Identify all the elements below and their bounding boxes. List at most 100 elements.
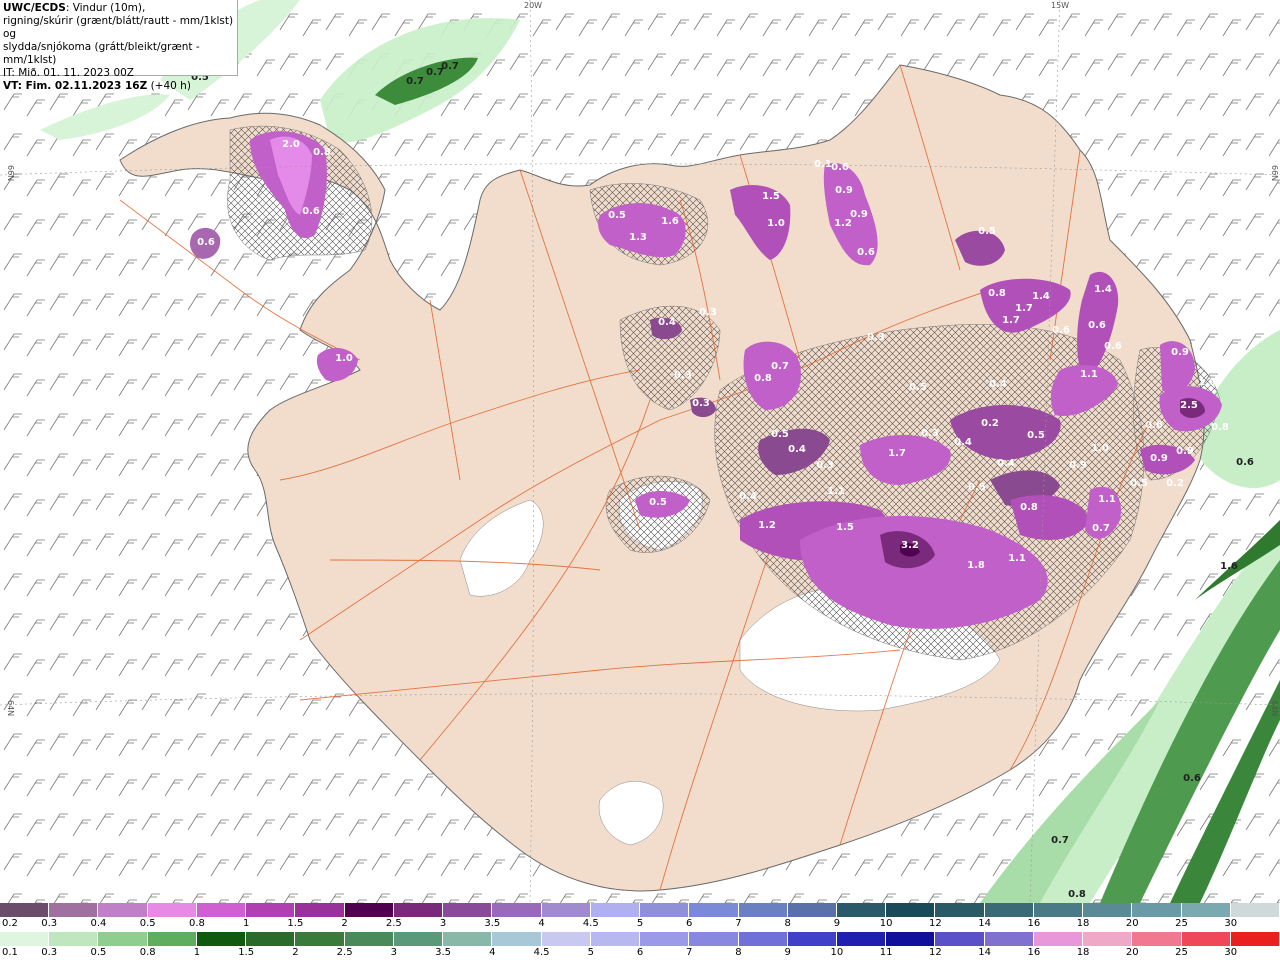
rain-legend-swatch — [886, 932, 936, 946]
snow-value-label: 0.6 — [1088, 320, 1106, 331]
snow-value-label: 1.8 — [967, 560, 985, 571]
rain-value-label: 0.7 — [406, 76, 424, 87]
snow-value-label: 0.4 — [997, 458, 1015, 469]
snow-value-label: 2.5 — [1180, 400, 1198, 411]
rain-legend-tick: 20 — [1125, 947, 1139, 958]
snow-value-label: 0.9 — [850, 209, 868, 220]
snow-value-label: 1.2 — [758, 520, 776, 531]
snow-value-label: 0.2 — [981, 418, 999, 429]
rain-legend-labels: 0.1 0.3 0.5 0.8 1 1.5 2 2.5 3 3.5 4 4.5 5 6 7 8 9 10 11 12 1… — [0, 946, 1280, 960]
snow-legend-swatch — [295, 903, 345, 917]
rain-legend-tick: 0.1 — [2, 947, 18, 958]
lat-label-64n-left: 64N — [6, 700, 15, 716]
snow-legend-tick: 4.5 — [582, 918, 599, 929]
snow-value-label: 1.7 — [1015, 303, 1033, 314]
snow-legend-swatch — [1083, 903, 1133, 917]
snow-legend-tick: 9 — [833, 918, 841, 929]
snow-value-label: 0.6 — [197, 237, 215, 248]
snow-value-label: 1.5 — [762, 191, 780, 202]
rain-legend-tick: 1 — [193, 947, 201, 958]
snow-value-label: 0.6 — [857, 247, 875, 258]
lon-label-15w: 15W — [1051, 1, 1069, 10]
rain-legend-swatch — [984, 932, 1034, 946]
rain-legend-swatch — [49, 932, 99, 946]
rain-legend-tick: 16 — [1027, 947, 1041, 958]
snow-value-label: 0.4 — [788, 444, 806, 455]
snow-value-label: 1.2 — [834, 218, 852, 229]
snow-legend-swatch — [590, 903, 641, 917]
rain-legend-swatch — [1181, 932, 1231, 946]
snow-value-label: 1.0 — [335, 353, 353, 364]
snow-value-label: 0.3 — [692, 398, 710, 409]
snow-value-label: 1.0 — [1091, 443, 1109, 454]
rain-legend-tick: 10 — [830, 947, 844, 958]
rain-legend-swatch — [1083, 932, 1133, 946]
snow-legend-tick: 10 — [879, 918, 893, 929]
rain-legend-tick: 3 — [390, 947, 398, 958]
snow-value-label: 0.3 — [816, 460, 834, 471]
snow-value-label: 0.6 — [1145, 420, 1163, 431]
valid-time: VT: Fim. 02.11.2023 16Z — [3, 80, 148, 92]
snow-value-label: 1.0 — [1198, 377, 1216, 388]
model-name: UWC/ECDS — [3, 2, 66, 14]
snow-value-label: 0.3 — [294, 374, 312, 385]
map-area[interactable]: 20W 15W 66N 66N 64N 64N 2.0 0.8 0.6 0.6 1.0 0… — [0, 0, 1280, 903]
snow-value-label: 1.1 — [1080, 369, 1098, 380]
snow-value-label: 0.7 — [1092, 523, 1110, 534]
snow-legend-swatch — [1132, 903, 1182, 917]
snow-value-label: 0.9 — [835, 185, 853, 196]
snow-legend-tick: 20 — [1125, 918, 1139, 929]
snow-value-label: 0.3 — [867, 332, 885, 343]
lat-label-64n-right: 64N — [1270, 700, 1279, 716]
snow-value-label: 1.5 — [836, 522, 854, 533]
rain-legend-tick: 14 — [978, 947, 991, 958]
snow-value-label: 1.7 — [1002, 315, 1020, 326]
snow-value-label: 0.4 — [989, 379, 1007, 390]
snow-value-label: 1.0 — [767, 218, 785, 229]
snow-value-label: 0.8 — [1020, 502, 1038, 513]
rain-legend-swatch — [1132, 932, 1182, 946]
rain-legend-swatch — [836, 932, 887, 946]
rain-legend-swatch — [738, 932, 788, 946]
snow-legend-tick: 18 — [1076, 918, 1090, 929]
rain-legend-swatches — [0, 932, 1280, 946]
snow-value-label: 0.5 — [978, 226, 996, 237]
snow-value-label: 0.5 — [1130, 478, 1148, 489]
snow-value-label: 1.7 — [888, 448, 906, 459]
snow-legend-tick: 0.5 — [139, 918, 156, 929]
snow-value-label: 0.9 — [1176, 446, 1194, 457]
snow-legend-swatch — [689, 903, 739, 917]
snow-value-label: 0.8 — [988, 288, 1006, 299]
snow-legend-swatch — [541, 903, 591, 917]
snow-legend-tick: 3.5 — [484, 918, 501, 929]
rain-legend-tick: 8 — [735, 947, 742, 958]
rain-value-label: 0.6 — [1236, 457, 1254, 468]
snow-legend-tick: 2 — [341, 918, 348, 929]
snow-legend-labels: 0.2 0.3 0.4 0.5 0.8 1 1.5 2 2.5 3 3.5 4 4.5 5 6 7 8 9 10 12… — [0, 917, 1280, 931]
snow-legend-swatch — [492, 903, 542, 917]
snow-legend-swatch — [393, 903, 444, 917]
snow-value-label: 1.3 — [629, 232, 647, 243]
snow-value-label: 1.4 — [1032, 291, 1050, 302]
weather-map[interactable]: 20W 15W 66N 66N 64N 64N 2.0 0.8 0.6 0.6 1.0 0… — [0, 0, 1280, 903]
variable-label: : Vindur (10m), — [65, 2, 146, 14]
snow-legend-swatch — [935, 903, 985, 917]
rain-legend-tick: 12 — [929, 947, 942, 958]
rain-legend-swatch — [1033, 932, 1084, 946]
snow-legend-tick: 3 — [439, 918, 447, 929]
snow-legend-tick: 7 — [735, 918, 742, 929]
snow-value-label: 0.6 — [1104, 341, 1122, 352]
snow-legend-swatch — [1033, 903, 1084, 917]
snow-legend-swatch — [246, 903, 296, 917]
rain-legend-tick: 0.8 — [139, 947, 156, 958]
info-line-3: slydda/snjókoma (grátt/bleikt/grænt - mm… — [3, 41, 200, 66]
snow-legend-tick: 25 — [1175, 918, 1188, 929]
rain-legend-tick: 1.5 — [238, 947, 255, 958]
snow-legend-tick: 30 — [1224, 918, 1238, 929]
valid-time-line: VT: Fim. 02.11.2023 16Z (+40 h) — [3, 80, 234, 93]
rain-legend-swatch — [0, 932, 50, 946]
init-time: IT: Mið. 01. 11. 2023 00Z — [3, 67, 134, 79]
snow-legend-swatch — [787, 903, 837, 917]
rain-legend-tick: 2 — [292, 947, 299, 958]
rain-legend-swatch — [1230, 932, 1280, 946]
